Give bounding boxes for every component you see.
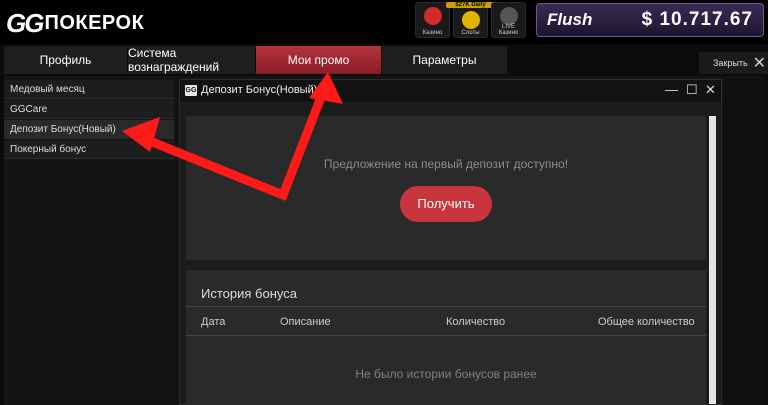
panel-title: Депозит Бонус(Новый)	[201, 84, 318, 96]
casino-app-button[interactable]: Казино	[415, 2, 450, 38]
jackpot-badge: $27K Daily	[446, 2, 495, 8]
minimize-icon[interactable]: —	[665, 82, 678, 97]
logo-text: ПОКЕРОК	[44, 12, 145, 34]
column-date: Дата	[201, 316, 226, 328]
offer-card: Предложение на первый депозит доступно! …	[186, 116, 706, 260]
deposit-bonus-panel: GG Депозит Бонус(Новый) — ☐ ✕ Предложени…	[179, 79, 722, 405]
live-casino-app-button[interactable]: LIVE Казино	[491, 2, 526, 38]
balance-amount: $ 10.717.67	[641, 9, 753, 30]
tab-settings[interactable]: Параметры	[382, 46, 508, 74]
close-icon: ✕	[752, 55, 767, 72]
live-dealer-icon	[500, 7, 518, 25]
bonus-history: История бонуса Дата Описание Количество …	[186, 270, 706, 405]
column-amount: Количество	[446, 316, 506, 328]
balance-display[interactable]: Flush $ 10.717.67	[536, 3, 764, 37]
app-logo: GG ПОКЕРОК	[6, 8, 144, 39]
close-label: Закрыть	[713, 58, 748, 68]
slots-icon	[462, 11, 480, 29]
get-bonus-button[interactable]: Получить	[400, 186, 492, 222]
dice-icon	[424, 7, 442, 25]
sidebar-item-poker-bonus[interactable]: Покерный бонус	[4, 140, 174, 159]
sidebar-item-ggcare[interactable]: GGCare	[4, 100, 174, 119]
maximize-icon[interactable]: ☐	[686, 82, 698, 98]
logo-gg: GG	[6, 8, 44, 38]
column-total: Общее количество	[598, 316, 695, 328]
right-gutter	[724, 79, 764, 405]
main-tabs: Профиль Система вознаграждений Мои промо…	[4, 46, 508, 74]
top-header: GG ПОКЕРОК Казино $27K Daily Слоты LIVE …	[0, 0, 768, 44]
offer-text: Предложение на первый депозит доступно!	[323, 157, 569, 171]
divider	[186, 335, 706, 336]
column-description: Описание	[280, 316, 331, 328]
slots-app-button[interactable]: $27K Daily Слоты	[446, 2, 495, 38]
divider	[186, 306, 706, 307]
close-button[interactable]: Закрыть ✕	[699, 52, 768, 74]
history-title: История бонуса	[201, 286, 297, 301]
sidebar-item-honeymoon[interactable]: Медовый месяц	[4, 80, 174, 99]
sidebar-item-deposit-bonus[interactable]: Депозит Бонус(Новый)	[4, 120, 174, 139]
tab-my-promo[interactable]: Мои промо	[256, 46, 382, 74]
app-shortcuts: Казино $27K Daily Слоты LIVE Казино	[415, 2, 526, 38]
history-empty-text: Не было истории бонусов ранее	[355, 367, 537, 381]
gg-app-icon: GG	[185, 85, 197, 96]
panel-titlebar: GG Депозит Бонус(Новый) — ☐ ✕	[180, 80, 721, 102]
panel-close-icon[interactable]: ✕	[705, 82, 716, 98]
app-window: GG ПОКЕРОК Казино $27K Daily Слоты LIVE …	[0, 0, 768, 405]
tab-rewards[interactable]: Система вознаграждений	[128, 46, 256, 74]
scrollbar[interactable]	[709, 116, 716, 404]
promo-sidebar: Медовый месяц GGCare Депозит Бонус(Новый…	[4, 80, 174, 160]
tab-profile[interactable]: Профиль	[4, 46, 128, 74]
flush-label: Flush	[547, 10, 593, 29]
